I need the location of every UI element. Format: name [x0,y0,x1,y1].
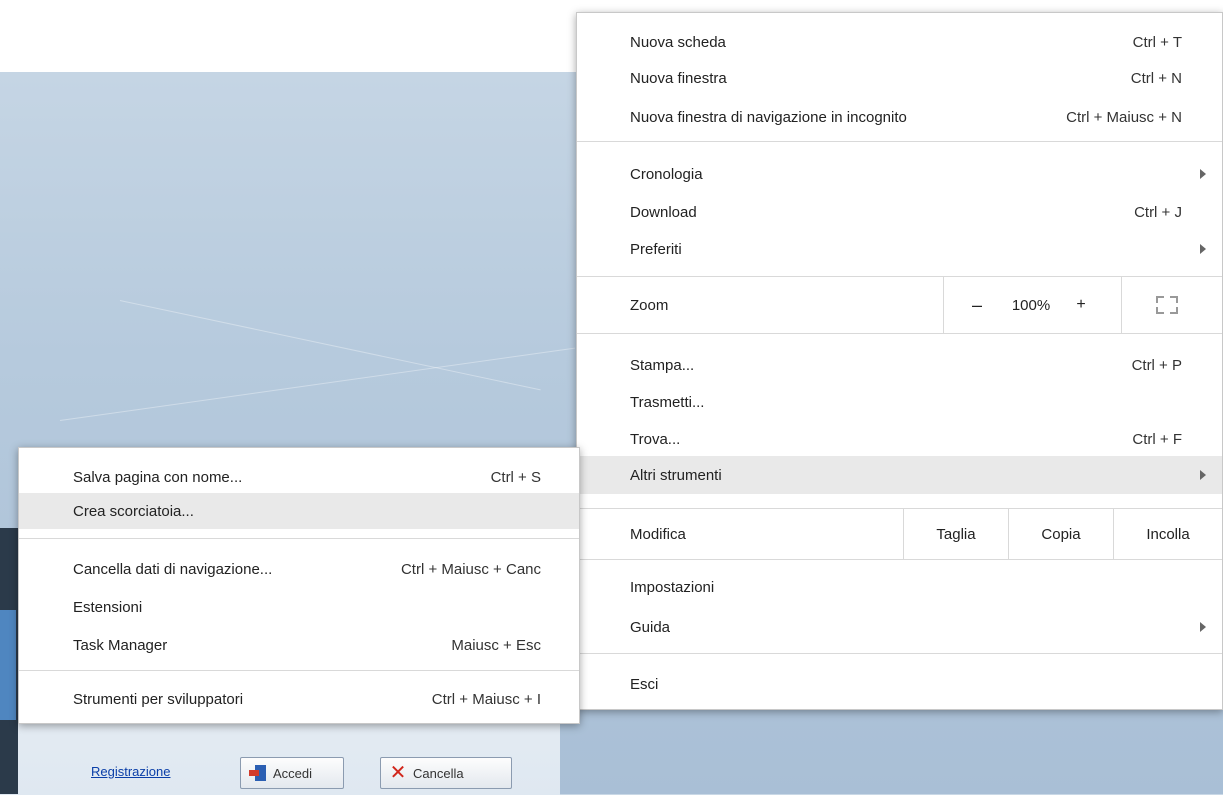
menu-item-label: Nuova finestra [630,69,727,87]
zoom-level: 100% [1011,296,1051,314]
submenu-item-extensions[interactable]: Estensioni [19,589,579,625]
menu-item-shortcut: Ctrl + P [1131,356,1182,374]
door-enter-icon [249,764,267,782]
menu-separator [577,333,1222,334]
menu-item-shortcut: Ctrl + S [490,468,541,486]
zoom-label: Zoom [630,296,669,314]
submenu-item-clear-data[interactable]: Cancella dati di navigazione... Ctrl + M… [19,551,579,587]
menu-item-label: Estensioni [73,598,143,616]
menu-item-label: Cancella dati di navigazione... [73,560,273,578]
menu-item-new-window[interactable]: Nuova finestra Ctrl + N [577,60,1222,96]
menu-item-label: Task Manager [73,636,168,654]
menu-item-label: Crea scorciatoia... [73,502,194,520]
menu-item-label: Altri strumenti [630,466,722,484]
menu-item-exit[interactable]: Esci [577,666,1222,702]
menu-item-label: Preferiti [630,240,682,258]
menu-item-label: Trova... [630,430,681,448]
chevron-right-icon [1200,169,1206,179]
menu-item-label: Stampa... [630,356,695,374]
menu-item-label: Impostazioni [630,578,715,596]
menu-item-shortcut: Ctrl + Maiusc + N [1066,108,1182,126]
edit-label: Modifica [630,525,686,543]
more-tools-submenu: Salva pagina con nome... Ctrl + S Crea s… [18,447,580,724]
submenu-item-create-shortcut[interactable]: Crea scorciatoia... [19,493,579,529]
menu-item-label: Esci [630,675,659,693]
menu-item-downloads[interactable]: Download Ctrl + J [577,194,1222,230]
menu-separator [19,538,579,539]
menu-item-label: Nuova scheda [630,33,726,51]
menu-item-label: Cronologia [630,165,703,183]
wallpaper-streak [59,347,576,421]
red-x-icon: ✕ [389,762,407,784]
menu-item-shortcut: Ctrl + N [1130,69,1182,87]
zoom-row: Zoom – 100% + [577,277,1222,333]
menu-item-shortcut: Ctrl + J [1134,203,1182,221]
fullscreen-button[interactable] [1145,277,1189,333]
menu-separator [577,141,1222,142]
menu-item-more-tools[interactable]: Altri strumenti [577,456,1222,494]
chevron-right-icon [1200,470,1206,480]
menu-item-shortcut: Ctrl + T [1132,33,1182,51]
menu-separator [19,670,579,671]
menu-item-help[interactable]: Guida [577,609,1222,645]
menu-item-print[interactable]: Stampa... Ctrl + P [577,347,1222,383]
background-app-edge-accent [0,610,16,720]
zoom-divider [1121,277,1122,333]
paste-button[interactable]: Incolla [1114,509,1222,559]
menu-separator [577,653,1222,654]
menu-item-shortcut: Ctrl + Maiusc + Canc [400,560,541,578]
edit-row: Modifica Taglia Copia Incolla [577,509,1222,559]
copy-button[interactable]: Copia [1009,509,1113,559]
cut-button[interactable]: Taglia [904,509,1008,559]
menu-item-label: Download [630,203,697,221]
chevron-right-icon [1200,244,1206,254]
wallpaper-streak [119,300,541,391]
menu-item-find[interactable]: Trova... Ctrl + F [577,421,1222,457]
zoom-divider [943,277,944,333]
login-button[interactable]: Accedi [240,757,344,789]
cancel-button[interactable]: ✕ Cancella [380,757,512,789]
submenu-item-save-page[interactable]: Salva pagina con nome... Ctrl + S [19,459,579,495]
menu-item-history[interactable]: Cronologia [577,156,1222,192]
login-button-label: Accedi [273,765,313,781]
zoom-in-button[interactable]: + [1063,277,1099,333]
menu-item-shortcut: Ctrl + Maiusc + I [431,690,541,708]
cancel-button-label: Cancella [413,765,464,781]
menu-item-shortcut: Ctrl + F [1132,430,1182,448]
menu-item-incognito[interactable]: Nuova finestra di navigazione in incogni… [577,99,1222,135]
menu-item-cast[interactable]: Trasmetti... [577,384,1222,420]
menu-separator [577,559,1222,560]
menu-item-label: Guida [630,618,671,636]
menu-item-settings[interactable]: Impostazioni [577,569,1222,605]
fullscreen-icon [1156,296,1178,314]
submenu-item-dev-tools[interactable]: Strumenti per sviluppatori Ctrl + Maiusc… [19,681,579,717]
submenu-item-task-manager[interactable]: Task Manager Maiusc + Esc [19,627,579,663]
menu-item-label: Salva pagina con nome... [73,468,243,486]
menu-item-label: Trasmetti... [630,393,705,411]
browser-main-menu: Nuova scheda Ctrl + T Nuova finestra Ctr… [576,12,1223,710]
menu-item-label: Strumenti per sviluppatori [73,690,244,708]
zoom-out-button[interactable]: – [957,277,997,333]
menu-item-label: Nuova finestra di navigazione in incogni… [630,108,907,126]
menu-item-shortcut: Maiusc + Esc [451,636,541,654]
chevron-right-icon [1200,622,1206,632]
menu-item-bookmarks[interactable]: Preferiti [577,231,1222,267]
register-link[interactable]: Registrazione [91,764,171,779]
menu-item-new-tab[interactable]: Nuova scheda Ctrl + T [577,24,1222,60]
